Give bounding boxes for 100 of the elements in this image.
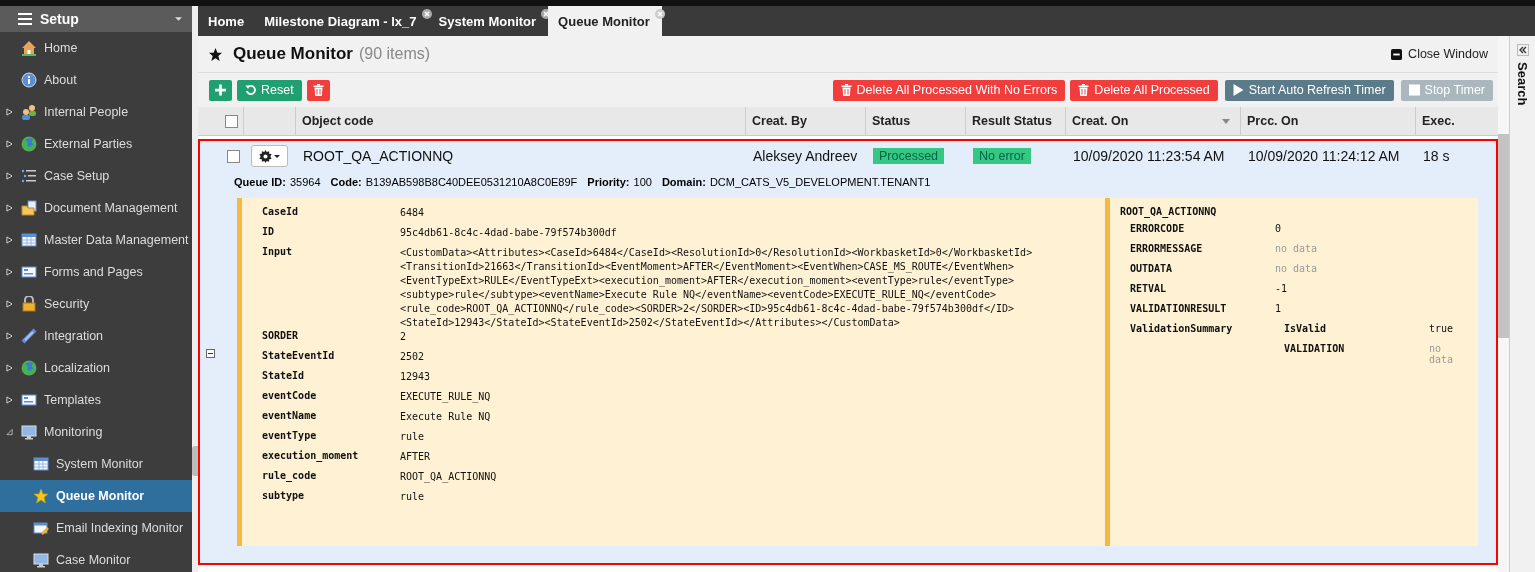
sidebar-collapse-handle[interactable]: [192, 446, 198, 476]
table-cell-text: 18 s: [1422, 147, 1451, 166]
row-actions-button[interactable]: [251, 145, 288, 167]
sidebar-item[interactable]: External Parties: [0, 128, 192, 160]
sidebar-item[interactable]: Templates: [0, 384, 192, 416]
play-icon: [1232, 84, 1244, 96]
column-header[interactable]: Status: [865, 107, 965, 135]
field-name: subtype: [262, 490, 306, 501]
select-all-checkbox[interactable]: [225, 114, 238, 128]
list-icon: [21, 168, 37, 184]
field-name: VALIDATION: [1284, 343, 1346, 356]
table-cell-text: 10/09/2020 11:24:12 AM: [1247, 147, 1401, 166]
search-panel-toggle[interactable]: Search: [1515, 62, 1530, 106]
trash-icon: [312, 84, 324, 96]
lock-icon: [21, 296, 37, 312]
table-icon: [33, 456, 49, 472]
empty-value: no data: [1429, 343, 1455, 365]
sidebar-item[interactable]: Email Indexing Monitor: [0, 512, 192, 544]
field-name: eventName: [262, 410, 318, 421]
close-window-button[interactable]: Close Window: [1391, 47, 1488, 61]
field-value: rule: [400, 430, 425, 444]
sidebar-item[interactable]: Internal People: [0, 96, 192, 128]
sidebar-item[interactable]: Localization: [0, 352, 192, 384]
collapsed-triangle-icon[interactable]: [5, 396, 13, 404]
collapsed-triangle-icon[interactable]: [5, 236, 13, 244]
expanded-triangle-icon[interactable]: [5, 428, 13, 436]
output-title: ROOT_QA_ACTIONNQ: [1120, 206, 1218, 217]
column-header[interactable]: Creat. By: [745, 107, 865, 135]
column-header[interactable]: Result Status: [965, 107, 1065, 135]
column-header[interactable]: Prcc. On: [1240, 107, 1415, 135]
field-name: ValidationSummary: [1130, 323, 1234, 336]
sidebar-item[interactable]: Forms and Pages: [0, 256, 192, 288]
collapsed-triangle-icon[interactable]: [5, 300, 13, 308]
delete-all-processed-no-errors-button[interactable]: Delete All Processed With No Errors: [832, 79, 1066, 101]
field-value: rule: [400, 490, 425, 504]
close-icon[interactable]: [654, 9, 665, 19]
start-timer-button[interactable]: Start Auto Refresh Timer: [1224, 79, 1394, 101]
row-checkbox[interactable]: [227, 149, 240, 163]
double-chevron-left-icon[interactable]: [1516, 44, 1529, 56]
collapsed-triangle-icon[interactable]: [5, 108, 13, 116]
field-name: RETVAL: [1130, 283, 1168, 296]
field-value: ROOT_QA_ACTIONNQ: [400, 470, 497, 484]
sidebar-item[interactable]: Home: [0, 32, 192, 64]
sidebar-header[interactable]: Setup: [0, 6, 192, 32]
field-name: StateId: [262, 370, 306, 381]
field-value: 1: [1275, 303, 1282, 316]
field-name: VALIDATIONRESULT: [1130, 303, 1228, 316]
collapsed-triangle-icon[interactable]: [5, 332, 13, 340]
delete-all-processed-button[interactable]: Delete All Processed: [1070, 79, 1218, 101]
column-header[interactable]: Creat. On: [1065, 107, 1240, 135]
result-status-badge: No error: [973, 148, 1031, 164]
close-icon[interactable]: [421, 9, 432, 19]
field-name: CaseId: [262, 206, 300, 217]
caret-icon: [274, 154, 280, 158]
folder-icon: [21, 200, 37, 216]
stop-icon: [1408, 84, 1420, 96]
sidebar-item[interactable]: Integration: [0, 320, 192, 352]
sidebar-item[interactable]: Case Monitor: [0, 544, 192, 572]
meta-value: 35964: [289, 176, 321, 188]
info-icon: [21, 72, 37, 88]
collapse-icon[interactable]: [205, 349, 215, 358]
sidebar-item[interactable]: Document Management: [0, 192, 192, 224]
sidebar-item[interactable]: Monitoring: [0, 416, 192, 448]
sidebar-item[interactable]: About: [0, 64, 192, 96]
sidebar-item[interactable]: Case Setup: [0, 160, 192, 192]
collapsed-triangle-icon[interactable]: [5, 172, 13, 180]
star-icon: [33, 488, 49, 504]
field-value: 2: [400, 330, 407, 344]
field-name: ERRORCODE: [1130, 223, 1186, 236]
sidebar-title: Setup: [40, 11, 80, 27]
sidebar-item[interactable]: System Monitor: [0, 448, 192, 480]
globe-icon: [21, 360, 37, 376]
meta-label: Domain:: [661, 176, 706, 188]
sidebar-item[interactable]: Queue Monitor: [0, 480, 192, 512]
sidebar-item[interactable]: Master Data Management: [0, 224, 192, 256]
caret-icon: [175, 17, 182, 21]
minus-square-icon: [1391, 48, 1403, 60]
collapsed-triangle-icon[interactable]: [5, 140, 13, 148]
add-button[interactable]: [209, 79, 232, 101]
field-value: 2502: [400, 350, 425, 364]
column-header[interactable]: Object code: [295, 107, 745, 135]
trash-icon: [840, 84, 852, 96]
sidebar-item[interactable]: Security: [0, 288, 192, 320]
table-cell-text: 10/09/2020 11:23:54 AM: [1072, 147, 1226, 166]
collapsed-triangle-icon[interactable]: [5, 204, 13, 212]
trash-icon: [1078, 84, 1090, 96]
meta-label: Priority:: [587, 176, 630, 188]
field-value: Execute Rule NQ: [400, 410, 491, 424]
field-value: 12943: [400, 370, 431, 384]
tab[interactable]: Queue Monitor: [548, 6, 662, 36]
settings-icon: [259, 149, 272, 163]
delete-button[interactable]: [306, 79, 330, 101]
scrollbar-thumb[interactable]: [1498, 134, 1509, 338]
collapsed-triangle-icon[interactable]: [5, 268, 13, 276]
tab[interactable]: Home: [198, 6, 255, 36]
house-icon: [21, 40, 37, 56]
meta-label: Queue ID:: [234, 176, 286, 188]
tab[interactable]: Milestone Diagram - lx_7: [254, 6, 429, 36]
field-name: ID: [262, 226, 276, 237]
collapsed-triangle-icon[interactable]: [5, 364, 13, 372]
